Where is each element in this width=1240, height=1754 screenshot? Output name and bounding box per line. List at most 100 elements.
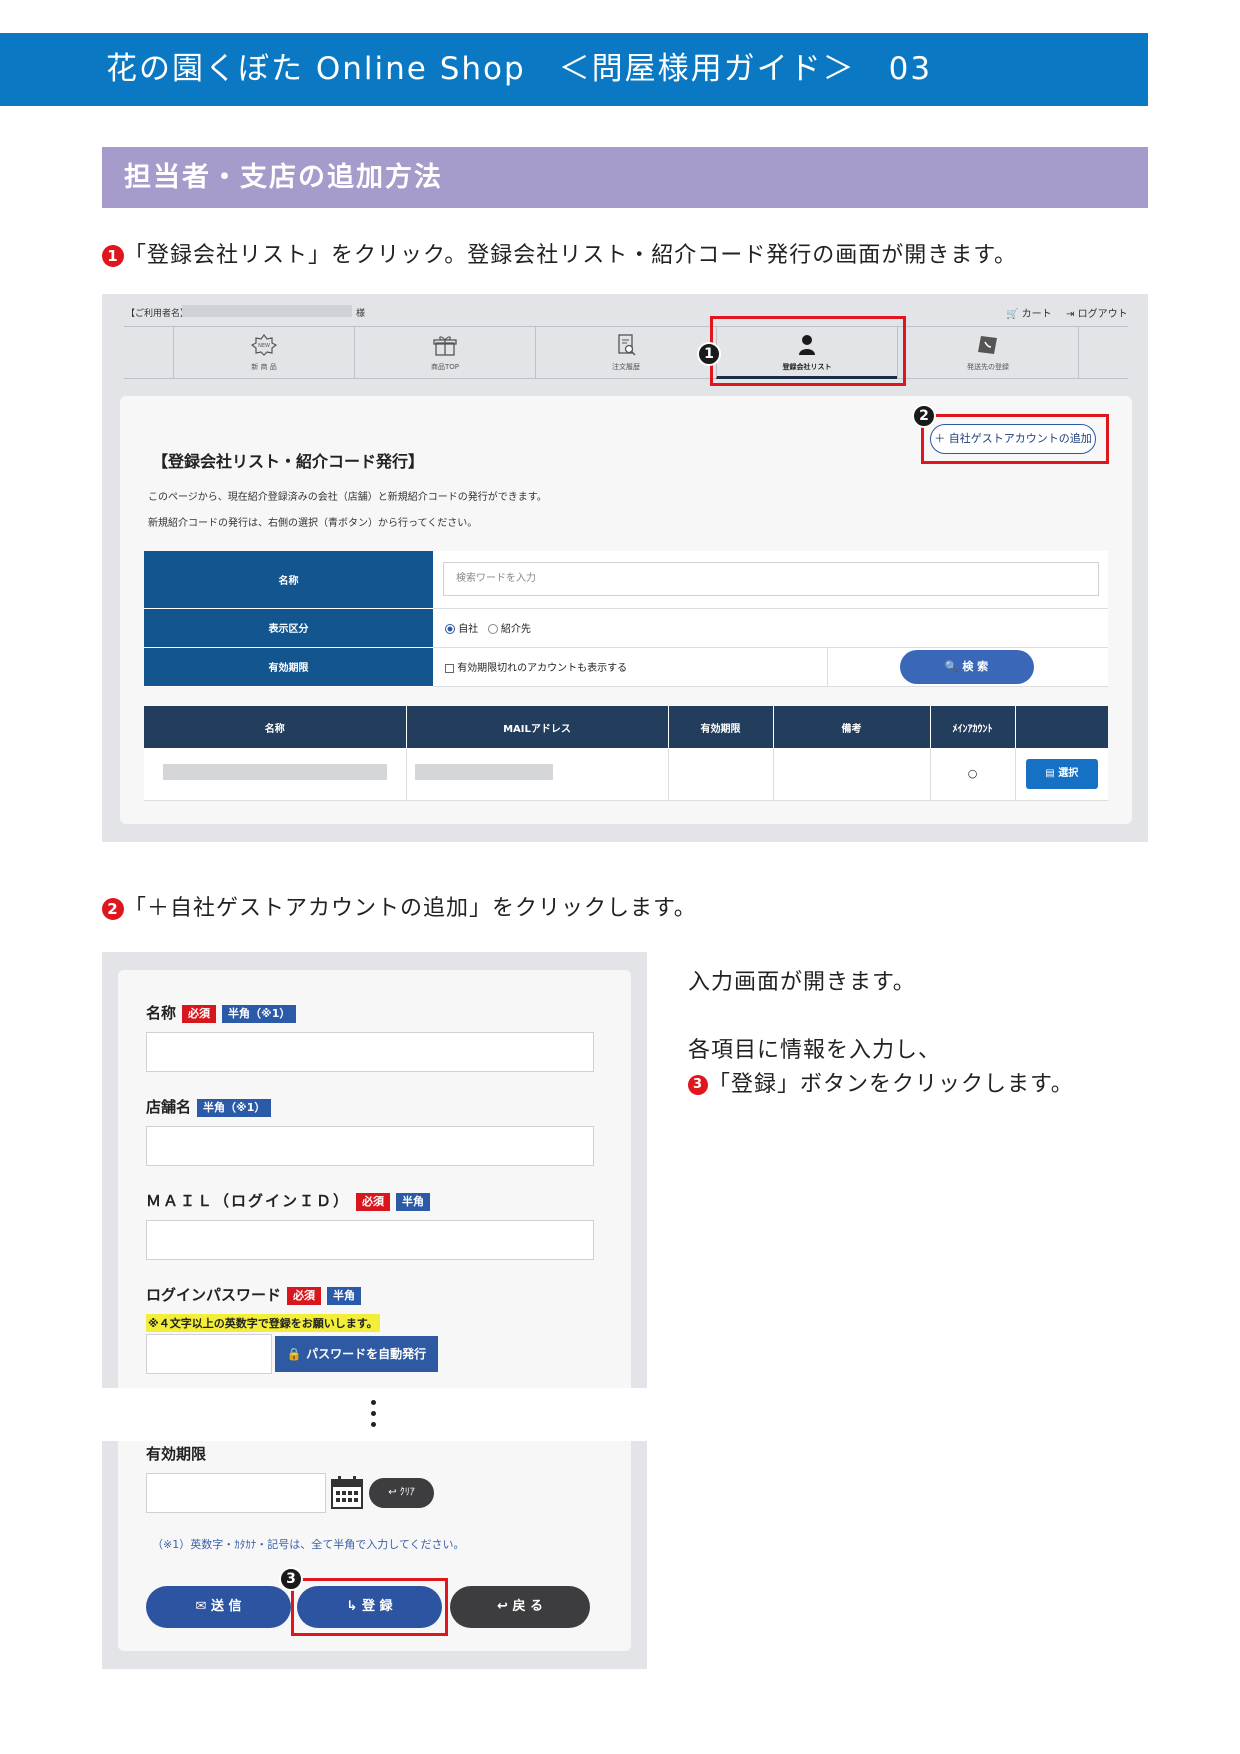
name-label: 名称: [144, 551, 433, 609]
logout-label: ログアウト: [1077, 309, 1128, 320]
field-mail-label: ＭＡＩＬ（ログインＩＤ） 必須 半角: [146, 1190, 431, 1211]
search-button[interactable]: 🔍 検 索: [899, 649, 1034, 684]
company-table: 名称 MAILアドレス 有効期限 備考 ﾒｲﾝｱｶｳﾝﾄ ○ ▤ 選択: [144, 706, 1108, 801]
step1-instruction: 1 「登録会社リスト」をクリック。登録会社リスト・紹介コード発行の画面が開きます。: [102, 237, 1017, 269]
clear-button[interactable]: ↩ ｸﾘｱ: [369, 1478, 434, 1508]
password-input[interactable]: [146, 1334, 272, 1374]
send-button[interactable]: ✉ 送 信: [146, 1586, 291, 1628]
add-guest-account-button[interactable]: ＋ 自社ゲストアカウントの追加: [930, 424, 1096, 454]
logout-link[interactable]: ⇥ ログアウト: [1066, 305, 1128, 320]
table-row: ○ ▤ 選択: [144, 748, 1108, 801]
panel-title: 【登録会社リスト・紹介コード発行】: [152, 452, 425, 471]
step1-badge: 1: [102, 245, 124, 267]
required-tag: 必須: [356, 1192, 391, 1211]
svg-text:NEW: NEW: [258, 343, 270, 349]
required-tag: 必須: [287, 1286, 322, 1305]
step3-badge: 3: [688, 1075, 708, 1095]
step3-marker: 3: [279, 1567, 303, 1591]
page-title: 花の園くぼた Online Shop ＜問屋様用ガイド＞ 03: [106, 51, 933, 87]
col-name: 名称: [144, 706, 407, 748]
vertical-ellipsis: [371, 1400, 377, 1433]
mail-input[interactable]: [146, 1220, 594, 1260]
col-main-account: ﾒｲﾝｱｶｳﾝﾄ: [930, 706, 1016, 748]
field-store-label: 店舗名 半角（※1）: [146, 1096, 272, 1117]
field-expiry-label: 有効期限: [146, 1445, 207, 1463]
masked-mail: [414, 764, 553, 781]
nav-divider: [1078, 326, 1079, 379]
field-name-label: 名称 必須 半角（※1）: [146, 1002, 297, 1023]
search-form: 名称 検索ワードを入力 表示区分 自社 紹介先 有効期限 有効期限切れのアカウン…: [144, 551, 1108, 687]
right-text-line1: 入力画面が開きます。: [688, 970, 916, 995]
document-search-icon: [618, 334, 636, 356]
cart-label: カート: [1021, 309, 1052, 320]
required-tag: 必須: [182, 1004, 217, 1023]
return-icon: ↩: [497, 1599, 508, 1614]
auto-password-button[interactable]: 🔒 パスワードを自動発行: [275, 1336, 438, 1372]
radio-own-label: 自社: [458, 624, 479, 635]
back-button[interactable]: ↩ 戻 る: [450, 1586, 590, 1628]
highlight-box-3: [291, 1578, 448, 1636]
cell-expiry: [668, 748, 774, 801]
masked-name: [162, 764, 387, 781]
step2-text: 「＋自社ゲストアカウントの追加」をクリックします。: [124, 896, 697, 921]
return-icon: ↩: [388, 1487, 397, 1498]
cart-link[interactable]: 🛒 カート: [1006, 305, 1052, 320]
logout-icon: ⇥: [1066, 309, 1075, 320]
store-input[interactable]: [146, 1126, 594, 1166]
step2-marker: 2: [912, 404, 936, 428]
nav-products-top[interactable]: 商品TOP: [354, 326, 535, 379]
radio-referral[interactable]: [487, 624, 498, 634]
right-text-line3: 3 「登録」ボタンをクリックします。: [688, 1066, 1074, 1098]
address-book-icon: [978, 336, 997, 354]
document-icon: ▤: [1045, 767, 1055, 779]
step1-text: 「登録会社リスト」をクリック。登録会社リスト・紹介コード発行の画面が開きます。: [124, 243, 1018, 268]
cart-icon: 🛒: [1006, 309, 1019, 320]
gift-box-icon: [433, 336, 457, 356]
calendar-icon[interactable]: [330, 1474, 364, 1510]
cell-note: [773, 748, 931, 801]
user-name-masked: [182, 305, 352, 317]
name-input[interactable]: [146, 1032, 594, 1072]
expiry-input[interactable]: [146, 1473, 326, 1513]
panel-desc-2: 新規紹介コードの発行は、右側の選択（青ボタン）から行ってください。: [148, 518, 478, 529]
password-note: ※４文字以上の英数字で登録をお願いします。: [146, 1314, 380, 1332]
type-label: 表示区分: [144, 608, 433, 648]
new-badge-icon: NEW: [251, 334, 277, 356]
half-width-tag: 半角: [327, 1286, 362, 1305]
step2-badge: 2: [102, 898, 124, 920]
nav-label: 新 商 品: [251, 363, 277, 371]
highlight-box-1: [710, 316, 906, 386]
col-note: 備考: [773, 706, 931, 748]
user-label: 【ご利用者名】: [126, 309, 190, 319]
radio-own[interactable]: [445, 624, 455, 634]
expired-checkbox[interactable]: [445, 663, 454, 673]
half-width-tag: 半角（※1）: [222, 1004, 297, 1023]
mail-icon: ✉: [195, 1599, 207, 1614]
col-expiry: 有効期限: [668, 706, 774, 748]
expiry-label: 有効期限: [144, 647, 433, 687]
nav-new-products[interactable]: NEW 新 商 品: [173, 326, 354, 379]
half-width-tag: 半角: [396, 1192, 431, 1211]
expired-checkbox-label: 有効期限切れのアカウントも表示する: [457, 663, 628, 674]
nav-label: 商品TOP: [430, 363, 459, 371]
half-width-tag: 半角（※1）: [197, 1098, 272, 1117]
right-text-line2: 各項目に情報を入力し、: [688, 1038, 942, 1063]
col-mail: MAILアドレス: [406, 706, 669, 748]
search-input[interactable]: 検索ワードを入力: [443, 562, 1099, 597]
search-icon: 🔍: [944, 659, 959, 673]
step2-instruction: 2 「＋自社ゲストアカウントの追加」をクリックします。: [102, 890, 697, 922]
cell-main-account: ○: [930, 748, 1016, 801]
field-password-label: ログインパスワード 必須 半角: [146, 1284, 362, 1305]
radio-referral-label: 紹介先: [500, 624, 531, 635]
footnote: （※1）英数字・ｶﾀｶﾅ・記号は、全て半角で入力してください。: [152, 1538, 465, 1551]
panel-desc-1: このページから、現在紹介登録済みの会社（店舗）と新規紹介コードの発行ができます。: [148, 492, 547, 503]
user-suffix: 様: [356, 309, 366, 319]
col-action: [1015, 706, 1108, 748]
nav-label: 注文履歴: [612, 363, 640, 371]
nav-order-history[interactable]: 注文履歴: [535, 326, 716, 379]
select-button[interactable]: ▤ 選択: [1025, 758, 1098, 789]
nav-shipping[interactable]: 発送先の登録: [897, 326, 1078, 379]
step1-marker: 1: [697, 342, 721, 366]
lock-icon: 🔒: [286, 1347, 302, 1361]
section-title: 担当者・支店の追加方法: [124, 162, 443, 193]
